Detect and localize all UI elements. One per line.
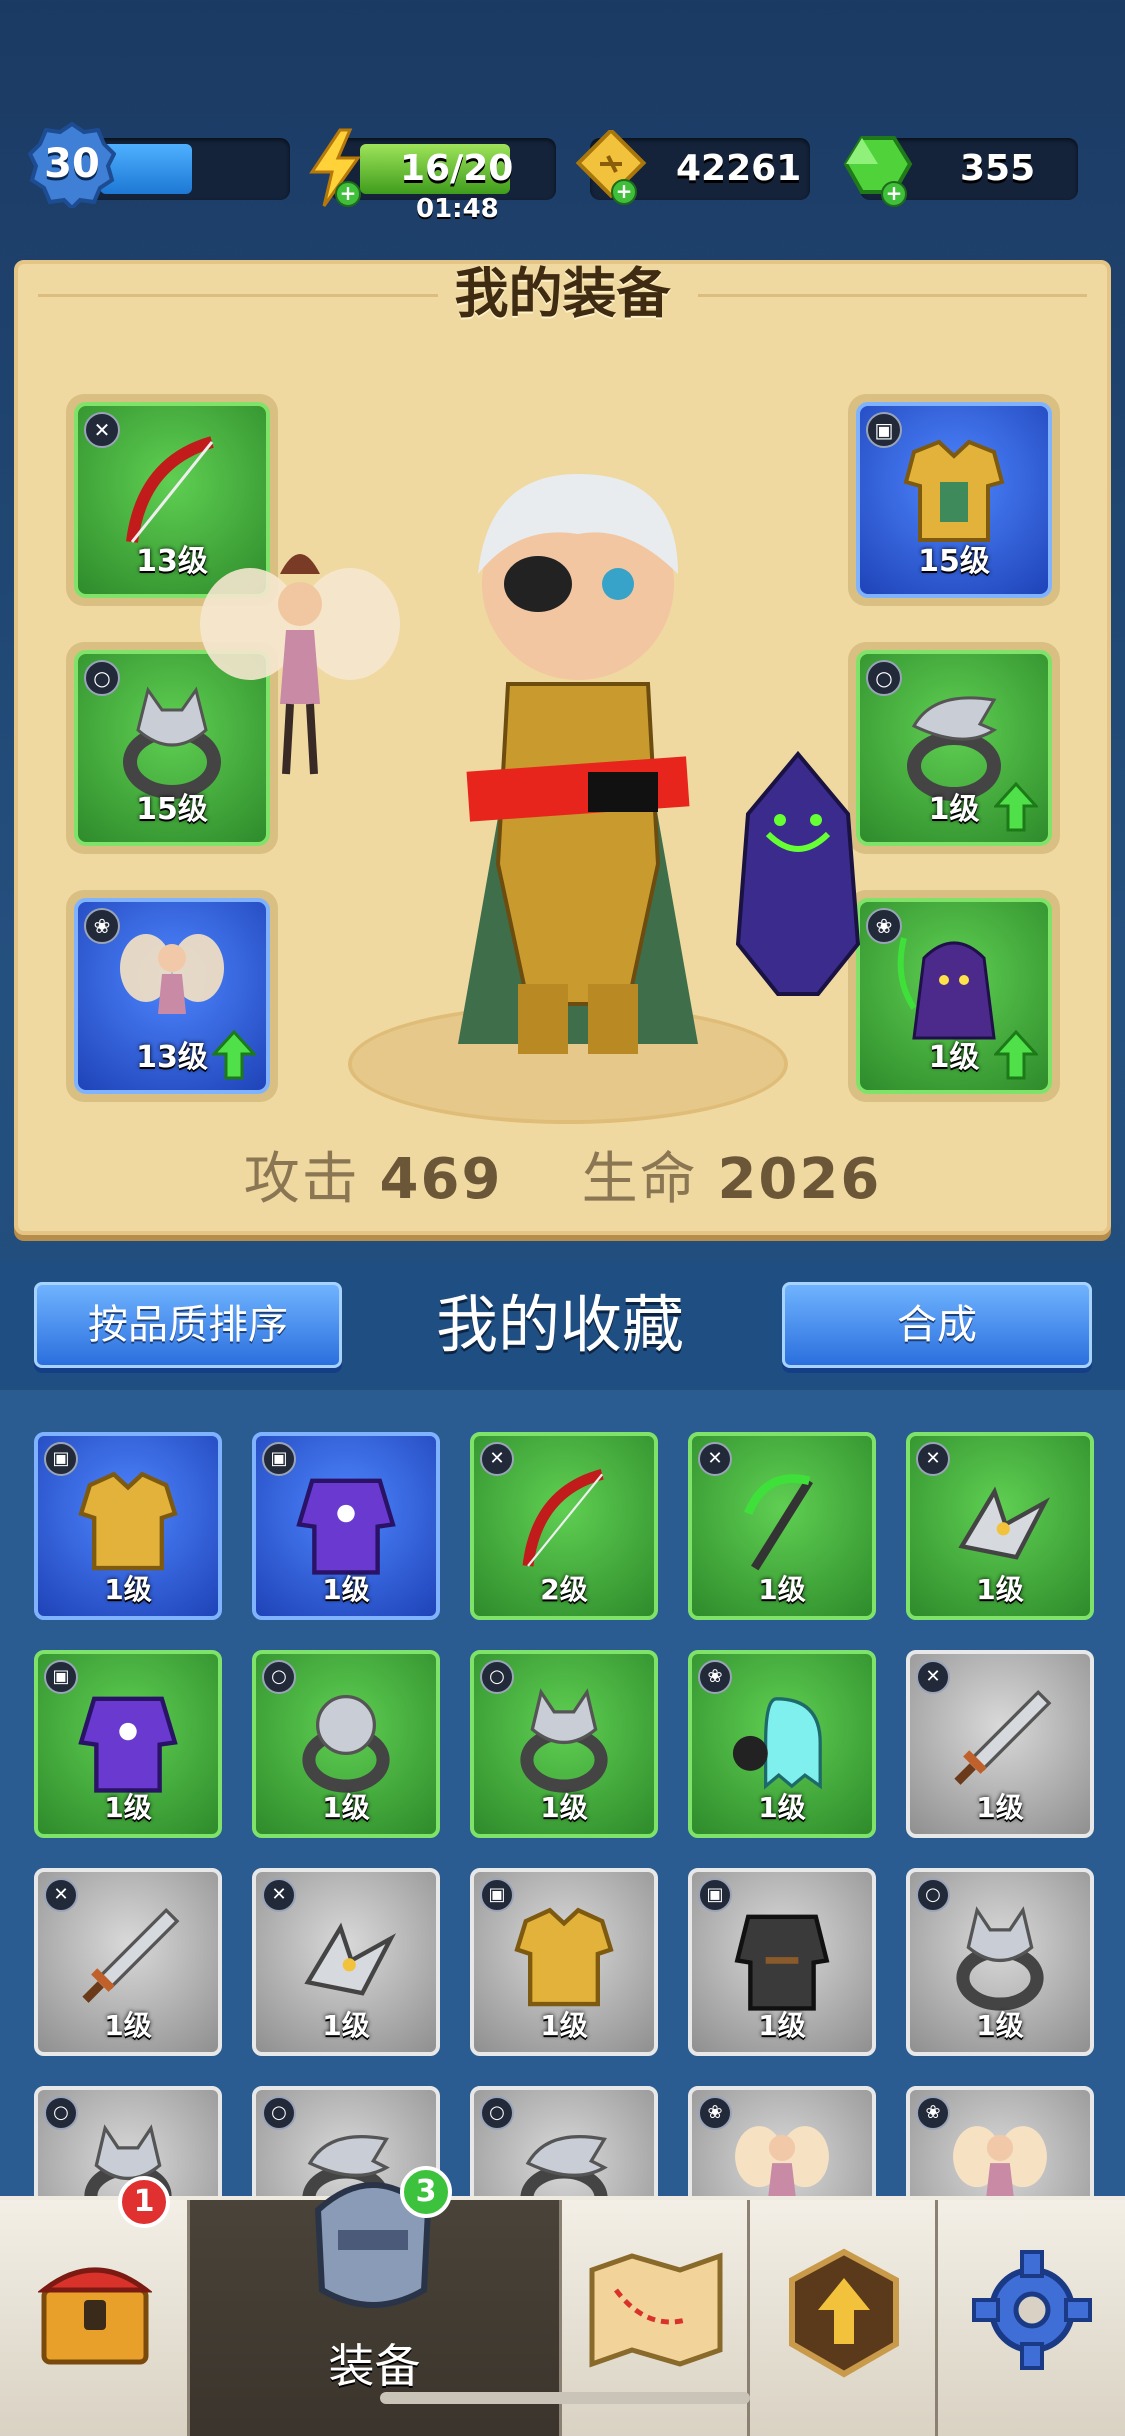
fairy-icon xyxy=(735,2125,829,2200)
collection-item[interactable]: ○ 1级 xyxy=(470,1650,658,1838)
item-level: 1级 xyxy=(976,2009,1024,2042)
collection-item[interactable]: ▣ 1级 xyxy=(688,1868,876,2056)
collection-item[interactable]: ○ xyxy=(470,2086,658,2200)
wolf-ring-icon xyxy=(956,1906,1044,2011)
purple-robe-icon xyxy=(296,1478,396,1575)
item-level: 1级 xyxy=(758,2009,806,2042)
equipment-notif-badge: 3 xyxy=(400,2166,452,2218)
collection-item[interactable]: ▣ 1级 xyxy=(34,1432,222,1620)
armor-tile: ▣ 15级 xyxy=(856,402,1052,598)
collection-grid: ▣ 1级 ▣ 1级 ✕ 2级 ✕ 1级 ✕ 1级 ▣ 1级 ○ 1级 ○ 1级 ❀ 1级 ✕ 1级 ✕ 1级 ✕ 1级 ▣ 1级 ▣… xyxy=(0,1390,1125,2200)
item-level: 1级 xyxy=(758,1573,806,1606)
merge-button[interactable]: 合成 xyxy=(782,1282,1092,1368)
pet-left-slot[interactable]: ❀ 13级 xyxy=(66,890,278,1102)
collection-title: 我的收藏 xyxy=(435,1288,684,1361)
svg-text:+: + xyxy=(616,179,633,203)
gold-armor-icon xyxy=(514,1907,614,2007)
pet-right-level: 1级 xyxy=(928,1040,980,1075)
pet-left-level: 13级 xyxy=(136,1040,208,1075)
eagle-ring-icon xyxy=(520,2134,608,2200)
item-level: 1级 xyxy=(976,1573,1024,1606)
gem-count: 355 xyxy=(960,148,1036,189)
reaper-companion-image xyxy=(735,750,861,996)
collection-item[interactable]: ▣ 1级 xyxy=(34,1650,222,1838)
collection-header: 按品质排序 我的收藏 合成 xyxy=(0,1262,1125,1388)
equipment-panel: 我的装备 ✕ 13级 ○ 15级 ❀ 13级 ▣ 15级 ○ 1级 ❀ 1级 攻… xyxy=(14,260,1111,1235)
sword-icon xyxy=(954,1689,1052,1785)
gold-count: 42261 xyxy=(676,148,802,189)
energy-timer: 01:48 xyxy=(416,194,499,224)
item-level: 1级 xyxy=(540,1791,588,1824)
boomerang-icon xyxy=(304,1922,397,1996)
scythe-icon xyxy=(744,1474,813,1571)
svg-text:+: + xyxy=(886,181,903,205)
bear-ring-icon xyxy=(302,1694,390,1793)
item-level: 1级 xyxy=(104,2009,152,2042)
fairy-icon xyxy=(953,2125,1047,2200)
gold-armor-icon xyxy=(78,1471,178,1571)
fairy-companion-image xyxy=(200,554,400,775)
nav-equipment-label: 装备 xyxy=(328,2339,421,2393)
home-indicator xyxy=(380,2392,750,2404)
energy-count: 16/20 xyxy=(400,148,514,189)
hp-label: 生命 xyxy=(581,1147,698,1212)
panel-title: 我的装备 xyxy=(454,262,671,325)
collection-item[interactable]: ▣ 1级 xyxy=(470,1868,658,2056)
top-resource-bar: 30 16/20 + 01:48 42261 + 355 + xyxy=(0,120,1125,224)
item-level: 1级 xyxy=(540,2009,588,2042)
collection-item[interactable]: ✕ 1级 xyxy=(906,1650,1094,1838)
collection-item[interactable]: ✕ 1级 xyxy=(688,1432,876,1620)
hp-value: 2026 xyxy=(717,1147,882,1212)
item-level: 1级 xyxy=(104,1791,152,1824)
treasure-chest-icon xyxy=(38,2267,152,2365)
collection-item[interactable]: ✕ 1级 xyxy=(252,1868,440,2056)
item-level: 1级 xyxy=(322,1573,370,1606)
item-level: 1级 xyxy=(322,1791,370,1824)
nav-settings[interactable] xyxy=(938,2200,1125,2436)
upgrade-shield-icon xyxy=(789,2248,899,2378)
pet-left-tile: ❀ 13级 xyxy=(74,898,270,1094)
collection-item[interactable]: ❀ xyxy=(906,2086,1094,2200)
sword-icon xyxy=(82,1907,180,2003)
attack-value: 469 xyxy=(379,1147,503,1212)
item-level: 1级 xyxy=(758,1791,806,1824)
sort-by-quality-button[interactable]: 按品质排序 xyxy=(34,1282,342,1368)
item-level: 1级 xyxy=(976,1791,1024,1824)
collection-item[interactable]: ❀ xyxy=(688,2086,876,2200)
collection-item[interactable]: ✕ 1级 xyxy=(906,1432,1094,1620)
player-level: 30 xyxy=(44,141,100,187)
nav-upgrade[interactable] xyxy=(750,2200,938,2436)
chest-notif-badge: 1 xyxy=(118,2176,170,2228)
collection-item[interactable]: ▣ 1级 xyxy=(252,1432,440,1620)
ring-right-level: 1级 xyxy=(928,792,980,827)
hero-stats: 攻击 469 生命 2026 xyxy=(18,1134,1107,1215)
green-gem-icon[interactable]: + xyxy=(838,130,918,210)
dark-vest-icon xyxy=(734,1914,830,2011)
wolf-ring-icon xyxy=(520,1688,608,1793)
item-level: 1级 xyxy=(104,1573,152,1606)
svg-text:+: + xyxy=(340,181,357,205)
armor-level: 15级 xyxy=(918,544,990,579)
nav-chest[interactable]: 1 xyxy=(0,2176,190,2436)
armor-slot[interactable]: ▣ 15级 xyxy=(848,394,1060,606)
gold-coin-icon[interactable]: + xyxy=(572,130,652,210)
hero-character-image xyxy=(458,474,698,1054)
collection-item[interactable]: ○ 1级 xyxy=(906,1868,1094,2056)
purple-robe-icon xyxy=(78,1696,178,1793)
boomerang-icon xyxy=(958,1486,1051,1560)
item-level: 2级 xyxy=(540,1573,588,1606)
collection-item[interactable]: ✕ 1级 xyxy=(34,1868,222,2056)
settings-gear-icon xyxy=(972,2250,1092,2370)
lightning-icon[interactable]: + xyxy=(306,128,364,208)
collection-item[interactable]: ❀ 1级 xyxy=(688,1650,876,1838)
collection-item[interactable]: ✕ 2级 xyxy=(470,1432,658,1620)
attack-label: 攻击 xyxy=(243,1147,360,1212)
map-icon xyxy=(589,2252,723,2368)
collection-item[interactable]: ○ 1级 xyxy=(252,1650,440,1838)
item-level: 1级 xyxy=(322,2009,370,2042)
ghost-bomb-icon xyxy=(732,1696,822,1790)
bow-icon xyxy=(522,1468,604,1567)
